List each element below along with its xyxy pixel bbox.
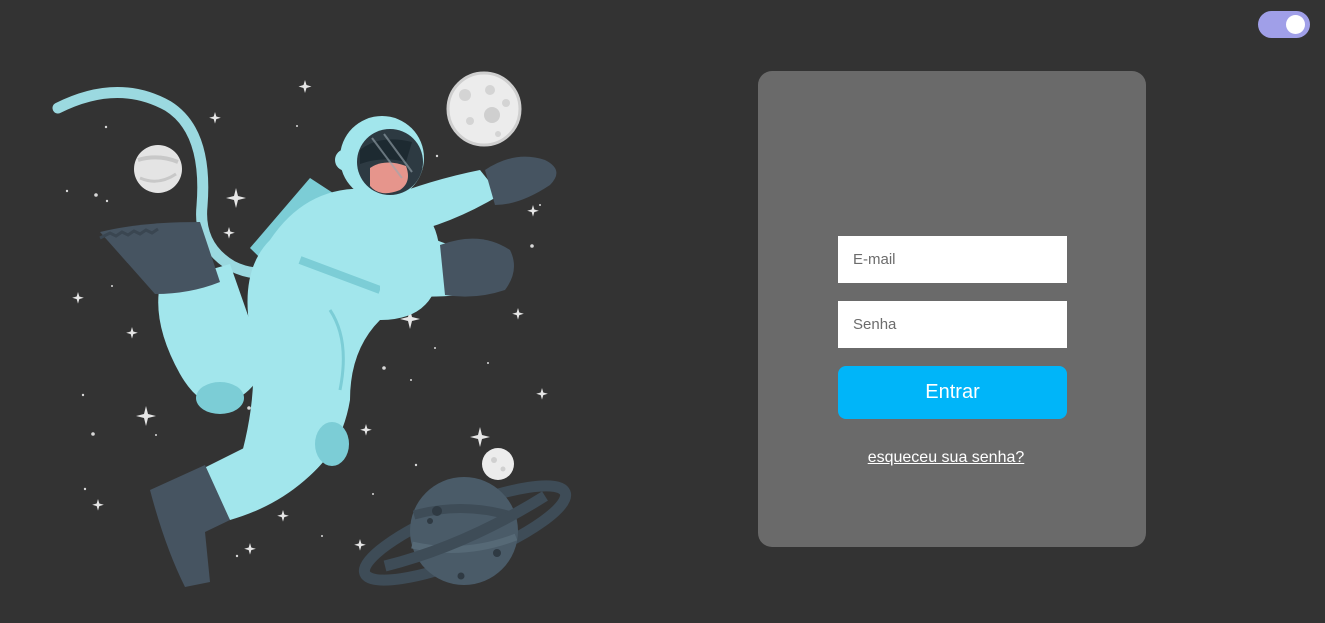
forgot-password-link[interactable]: esqueceu sua senha? [758,449,1134,467]
moon-large [446,71,522,147]
ringed-planet [358,477,572,586]
moon-small-left [134,145,182,193]
astronaut-illustration [52,71,572,587]
moon-small-right [482,448,514,480]
login-card: Login Entrar esqueceu sua senha? [758,71,1146,547]
theme-toggle[interactable] [1258,11,1310,38]
login-button[interactable]: Entrar [838,366,1067,419]
login-page: Login Entrar esqueceu sua senha? [0,0,1325,623]
email-field[interactable] [838,236,1067,283]
toggle-knob [1286,15,1305,34]
password-field[interactable] [838,301,1067,348]
